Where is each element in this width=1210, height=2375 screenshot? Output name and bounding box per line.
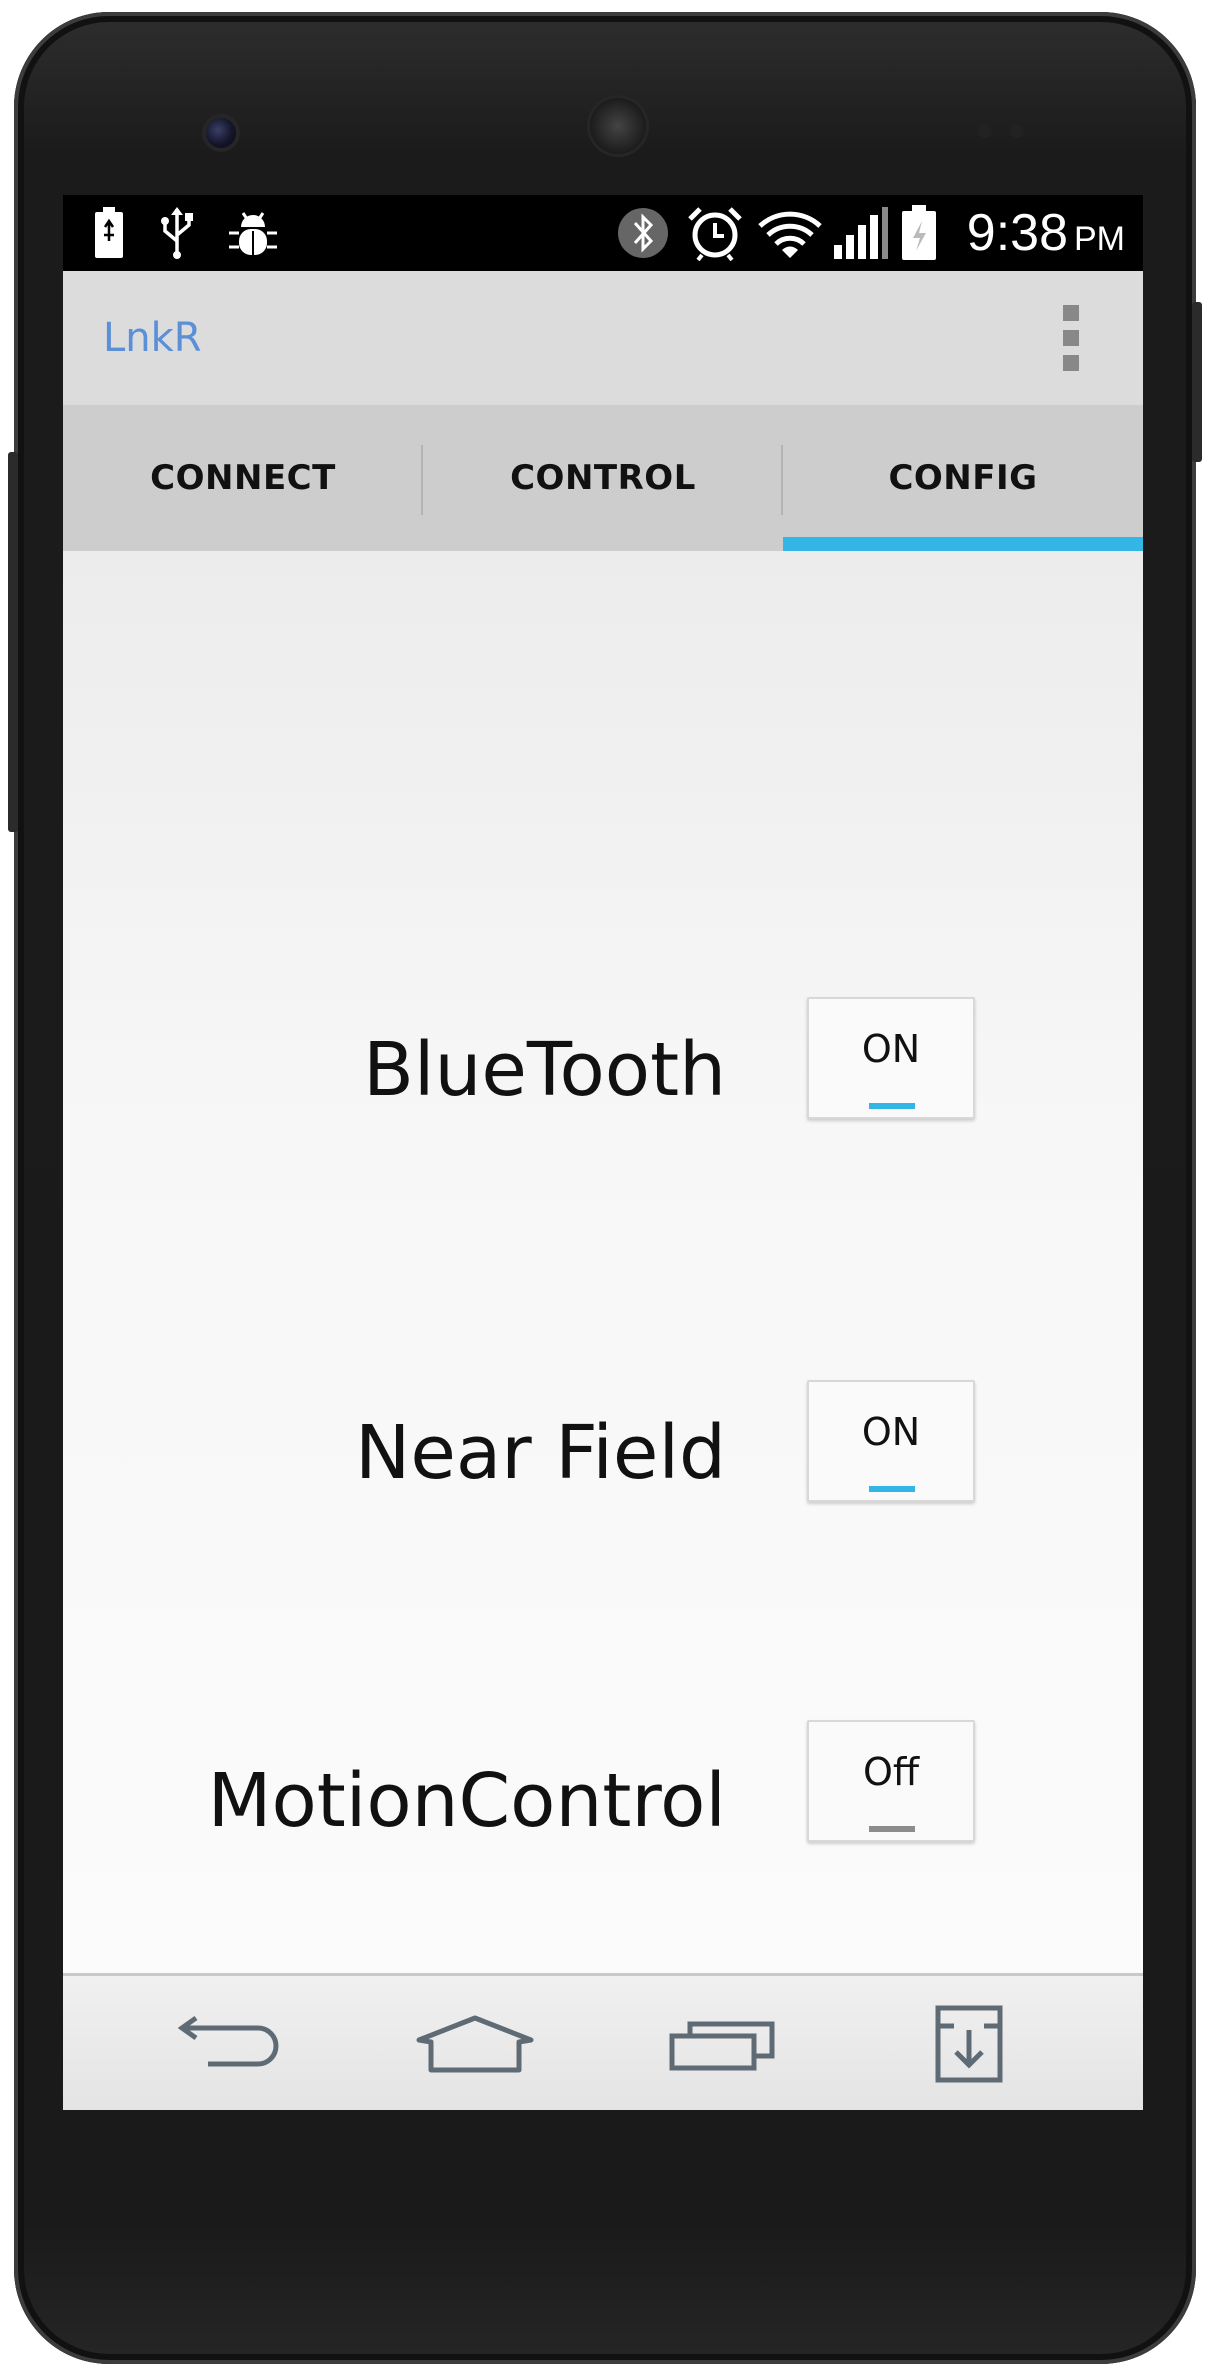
proximity-sensor [978, 124, 992, 138]
setting-row-near-field: Near Field ON [63, 1380, 1143, 1510]
recents-icon[interactable] [653, 1994, 793, 2094]
setting-row-motion-control: MotionControl Off [63, 1720, 1143, 1850]
tab-control[interactable]: CONTROL [423, 405, 783, 551]
tab-connect[interactable]: CONNECT [63, 405, 423, 551]
setting-label: BlueTooth [363, 1027, 726, 1113]
toggle-state-text: Off [862, 1750, 920, 1794]
config-panel: BlueTooth ON Near Field ON MotionControl… [63, 551, 1143, 1973]
bug-icon [223, 205, 283, 261]
alarm-icon [685, 205, 745, 261]
toggle-state-text: ON [861, 1027, 921, 1071]
navigation-bar [63, 1973, 1143, 2110]
clock-ampm: PM [1074, 220, 1125, 258]
toggle-state-indicator [869, 1486, 915, 1492]
tab-label: CONFIG [888, 458, 1038, 498]
motion-control-toggle[interactable]: Off [807, 1720, 975, 1842]
toggle-state-indicator [869, 1826, 915, 1832]
clock-time: 9:38 [966, 204, 1068, 262]
home-icon[interactable] [405, 1994, 545, 2094]
setting-label: Near Field [355, 1410, 726, 1496]
earpiece-speaker [590, 98, 646, 154]
action-bar: LnkR [63, 271, 1143, 405]
setting-row-bluetooth: BlueTooth ON [63, 997, 1143, 1127]
status-clock: 9:38 PM [967, 199, 1125, 267]
near-field-toggle[interactable]: ON [807, 1380, 975, 1502]
power-button [8, 452, 18, 832]
tab-label: CONNECT [150, 458, 336, 498]
front-camera [206, 118, 236, 148]
battery-charging-icon [899, 205, 939, 261]
usb-icon [155, 205, 199, 261]
bluetooth-icon [615, 205, 671, 261]
setting-label: MotionControl [207, 1758, 726, 1844]
light-sensor [1010, 124, 1024, 138]
tab-label: CONTROL [510, 458, 696, 498]
selected-tab-indicator [783, 537, 1143, 551]
phone-screen: 9:38 PM LnkR CONNECT CONTROL CONFIG BlueT… [63, 195, 1143, 2110]
bluetooth-toggle[interactable]: ON [807, 997, 975, 1119]
toggle-state-text: ON [861, 1410, 921, 1454]
download-icon[interactable] [899, 1994, 1039, 2094]
status-bar: 9:38 PM [63, 195, 1143, 271]
tab-bar: CONNECT CONTROL CONFIG [63, 405, 1143, 551]
app-title: LnkR [103, 315, 202, 361]
signal-icon [831, 205, 891, 261]
overflow-menu-icon[interactable] [1059, 305, 1083, 371]
wifi-icon [757, 205, 823, 261]
toggle-state-indicator [869, 1103, 915, 1109]
battery-icon [89, 205, 129, 261]
back-icon[interactable] [163, 1994, 303, 2094]
tab-config[interactable]: CONFIG [783, 405, 1143, 551]
volume-button [1192, 302, 1202, 462]
